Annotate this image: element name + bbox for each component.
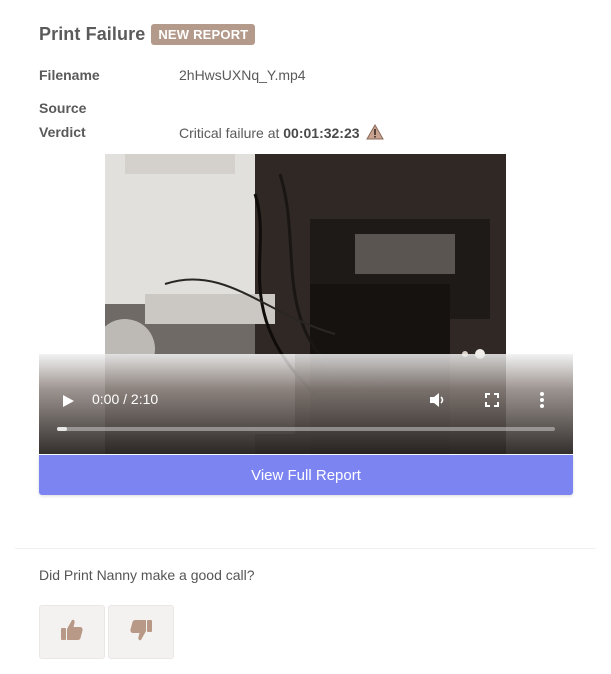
page-title: Print Failure <box>39 24 146 44</box>
verdict-label: Verdict <box>39 124 86 140</box>
thumbs-down-button[interactable] <box>108 605 174 659</box>
fullscreen-icon[interactable] <box>484 392 500 413</box>
thumbs-up-icon <box>59 617 85 648</box>
thumbs-down-icon <box>128 617 154 648</box>
print-failure-card: Print Failure NEW REPORT Filename 2hHwsU… <box>0 0 611 674</box>
progress-bar[interactable] <box>57 427 555 431</box>
warning-icon <box>366 123 385 143</box>
video-time: 0:00 / 2:10 <box>92 391 159 407</box>
video-player[interactable]: 0:00 / 2:10 <box>39 154 573 454</box>
volume-icon[interactable] <box>429 392 447 413</box>
header: Print Failure NEW REPORT <box>39 24 256 45</box>
play-icon[interactable] <box>61 394 75 408</box>
source-label: Source <box>39 100 87 116</box>
thumbs-up-button[interactable] <box>39 605 105 659</box>
verdict-text: Critical failure at <box>179 125 280 141</box>
feedback-question: Did Print Nanny make a good call? <box>39 567 255 583</box>
verdict-time: 00:01:32:23 <box>283 125 360 141</box>
filename-value: 2hHwsUXNq_Y.mp4 <box>179 67 306 83</box>
status-badge: NEW REPORT <box>151 24 256 45</box>
more-options-icon[interactable] <box>539 392 545 413</box>
filename-label: Filename <box>39 67 100 83</box>
view-full-report-button[interactable]: View Full Report <box>39 455 573 495</box>
verdict-value: Critical failure at 00:01:32:23 <box>179 123 385 143</box>
divider <box>15 548 596 549</box>
progress-fill <box>57 427 67 431</box>
